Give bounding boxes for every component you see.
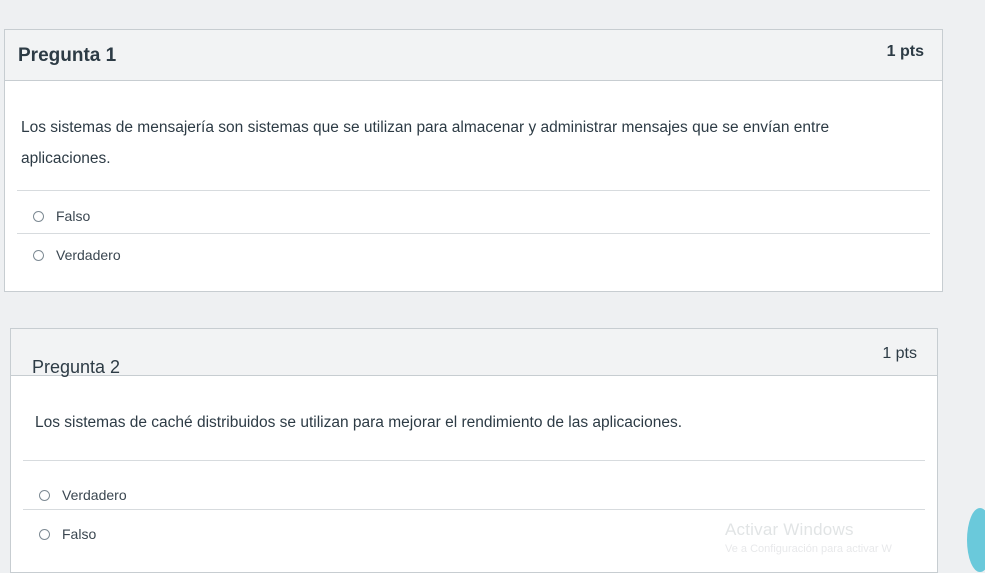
question-1-divider-1 [17,190,930,191]
question-1-text: Los sistemas de mensajería son sistemas … [21,119,830,167]
question-1-points: 1 pts [886,43,924,60]
question-1-header: Pregunta 1 1 pts [5,30,942,81]
question-1-answer-falso[interactable]: Falso [33,204,90,228]
question-2-title: Pregunta 2 [32,357,121,377]
radio-button-icon[interactable] [39,489,50,501]
edge-glow-shape [967,508,985,572]
question-2-divider-1 [23,460,925,461]
question-1-title: Pregunta 1 [18,45,117,66]
radio-button-icon[interactable] [33,249,44,261]
quiz-container: Pregunta 1 1 pts Los sistemas de mensaje… [0,0,985,573]
radio-button-icon[interactable] [33,210,44,222]
question-2-answer-verdadero[interactable]: Verdadero [39,483,127,507]
question-1-answer-verdadero[interactable]: Verdadero [33,243,121,267]
question-2-divider-2 [23,509,925,510]
question-2-points: 1 pts [882,345,917,362]
question-2-text: Los sistemas de caché distribuidos se ut… [35,414,683,431]
answer-label: Verdadero [56,247,121,263]
question-2-header: Pregunta 2 1 pts [11,329,937,377]
question-1-card: Pregunta 1 1 pts Los sistemas de mensaje… [4,29,943,292]
question-1-divider-2 [17,233,930,234]
radio-button-icon[interactable] [39,528,50,540]
answer-label: Falso [62,526,97,542]
question-2-card: Pregunta 2 1 pts Los sistemas de caché d… [10,328,938,573]
answer-label: Verdadero [62,487,127,503]
question-2-answer-falso[interactable]: Falso [39,522,96,546]
answer-label: Falso [56,208,91,224]
